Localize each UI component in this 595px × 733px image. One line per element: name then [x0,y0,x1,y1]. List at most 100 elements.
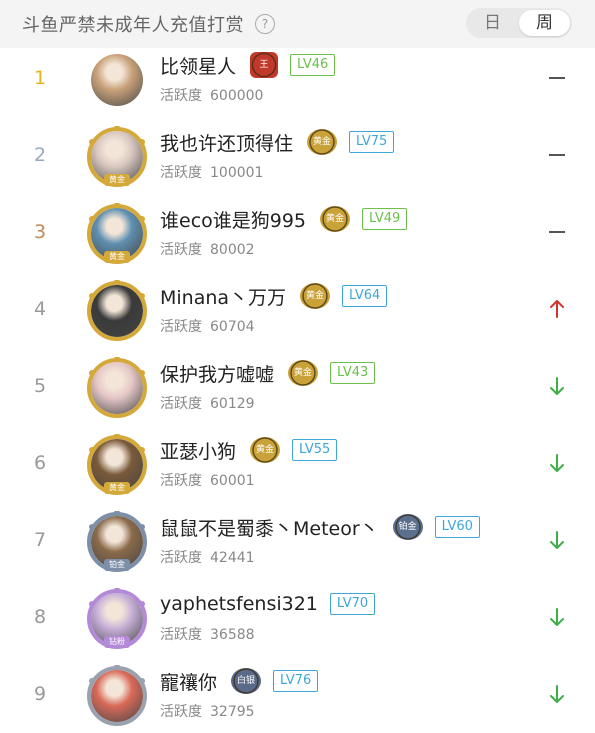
level-badge: LV55 [292,439,338,461]
rank-number: 5 [33,375,47,397]
name-line: 保护我方嘘嘘 黄金 LV43 [160,360,376,387]
activity-label: 活跃度 [160,627,202,643]
name-line: 寵禳你 白银 LV76 [160,668,319,695]
ranking-row[interactable]: 2 黄金 我也许还顶得住 黄金 LV75 活跃度 100001 [0,117,595,194]
trend-flat-icon [549,154,565,156]
name-line: yaphetsfensi321 LV70 [160,591,376,617]
level-badge: LV43 [330,362,376,384]
name-line: 谁eco谁是狗995 黄金 LV49 [160,206,408,233]
ranking-row[interactable]: 3 黄金 谁eco谁是狗995 黄金 LV49 活跃度 80002 [0,194,595,271]
activity-label: 活跃度 [160,473,202,489]
rank-number: 9 [33,683,47,705]
activity-label: 活跃度 [160,550,202,566]
username[interactable]: 保护我方嘘嘘 [160,360,274,387]
name-line: Minana丶万万 黄金 LV64 [160,283,388,310]
trend-down-arrow-icon [550,454,564,472]
help-icon[interactable]: ? [255,14,275,34]
period-toggle[interactable]: 日 周 [466,8,572,38]
activity-line: 活跃度 600000 [160,85,263,105]
username[interactable]: Minana丶万万 [160,283,286,310]
rank-number: 1 [33,67,47,89]
avatar[interactable]: 黄金 [86,434,148,496]
rank-number: 7 [33,529,47,551]
header-title: 斗鱼严禁未成年人充值打赏 [22,15,244,36]
activity-label: 活跃度 [160,396,202,412]
avatar[interactable] [86,49,148,111]
avatar-frame-gold [87,357,147,418]
activity-line: 活跃度 60129 [160,393,255,413]
ranking-row[interactable]: 9 寵禳你 白银 LV76 活跃度 32795 [0,656,595,733]
username[interactable]: 亚瑟小狗 [160,437,236,464]
activity-value: 80002 [210,242,255,258]
username[interactable]: 鼠鼠不是蜀黍丶Meteor丶 [160,514,379,541]
gold-badge-icon: 黄金 [307,129,338,155]
trend-flat-icon [549,77,565,79]
username[interactable]: 寵禳你 [160,668,217,695]
avatar[interactable]: 铂金 [86,511,148,573]
avatar[interactable]: 黄金 [86,203,148,265]
activity-value: 36588 [210,627,255,643]
trend-up-arrow-icon [550,300,564,318]
name-line: 我也许还顶得住 黄金 LV75 [160,129,395,156]
silver-badge-icon: 白银 [231,668,262,694]
activity-line: 活跃度 60704 [160,316,255,336]
frame-label: 黄金 [104,482,130,494]
king-badge-icon: 王 [250,52,279,78]
rank-number: 6 [33,452,47,474]
trend-flat-icon [549,231,565,233]
avatar-cartoon-icon [91,54,143,106]
activity-value: 32795 [210,704,255,720]
ranking-row[interactable]: 1 比领星人王 LV46 活跃度 600000 [0,40,595,117]
activity-value: 60129 [210,396,255,412]
ranking-row[interactable]: 8 钻粉 yaphetsfensi321 LV70 活跃度 36588 [0,579,595,656]
trend-down-arrow-icon [550,377,564,395]
level-badge: LV64 [342,285,388,307]
activity-line: 活跃度 100001 [160,162,263,182]
toggle-day[interactable]: 日 [466,8,519,38]
activity-label: 活跃度 [160,704,202,720]
trend-down-arrow-icon [550,531,564,549]
level-badge: LV46 [290,54,336,76]
rank-number: 8 [33,606,47,628]
activity-line: 活跃度 32795 [160,701,255,721]
frame-label: 黄金 [104,251,130,263]
avatar[interactable] [86,665,148,727]
gold-badge-icon: 黄金 [320,206,351,232]
level-badge: LV60 [434,516,480,538]
level-badge: LV75 [349,131,395,153]
frame-label: 铂金 [104,559,130,571]
gold-badge-icon: 黄金 [250,437,281,463]
trend-down-arrow-icon [550,685,564,703]
level-badge: LV49 [362,208,408,230]
username[interactable]: 谁eco谁是狗995 [160,206,306,233]
activity-label: 活跃度 [160,319,202,335]
avatar-frame-silver [87,665,147,726]
avatar[interactable] [86,357,148,419]
platinum-badge-icon: 铂金 [392,514,423,540]
gold-badge-icon: 黄金 [288,360,319,386]
ranking-row[interactable]: 5 保护我方嘘嘘 黄金 LV43 活跃度 60129 [0,348,595,425]
username[interactable]: 比领星人 [160,52,236,79]
username[interactable]: 我也许还顶得住 [160,129,293,156]
avatar[interactable] [86,280,148,342]
username[interactable]: yaphetsfensi321 [160,593,318,615]
activity-line: 活跃度 36588 [160,624,255,644]
activity-label: 活跃度 [160,242,202,258]
ranking-row[interactable]: 7 铂金 鼠鼠不是蜀黍丶Meteor丶 铂金 LV60 活跃度 42441 [0,502,595,579]
frame-label: 钻粉 [104,636,130,648]
avatar[interactable]: 黄金 [86,126,148,188]
rank-number: 2 [33,144,47,166]
activity-line: 活跃度 60001 [160,470,255,490]
name-line: 比领星人王 LV46 [160,52,336,79]
activity-value: 42441 [210,550,255,566]
activity-line: 活跃度 42441 [160,547,255,567]
rank-number: 3 [33,221,47,243]
avatar[interactable]: 钻粉 [86,588,148,650]
activity-line: 活跃度 80002 [160,239,255,259]
gold-badge-icon: 黄金 [300,283,331,309]
ranking-row[interactable]: 6 黄金 亚瑟小狗 黄金 LV55 活跃度 60001 [0,425,595,502]
activity-value: 60704 [210,319,255,335]
activity-label: 活跃度 [160,165,202,181]
toggle-week[interactable]: 周 [519,10,570,36]
ranking-row[interactable]: 4 Minana丶万万 黄金 LV64 活跃度 60704 [0,271,595,348]
